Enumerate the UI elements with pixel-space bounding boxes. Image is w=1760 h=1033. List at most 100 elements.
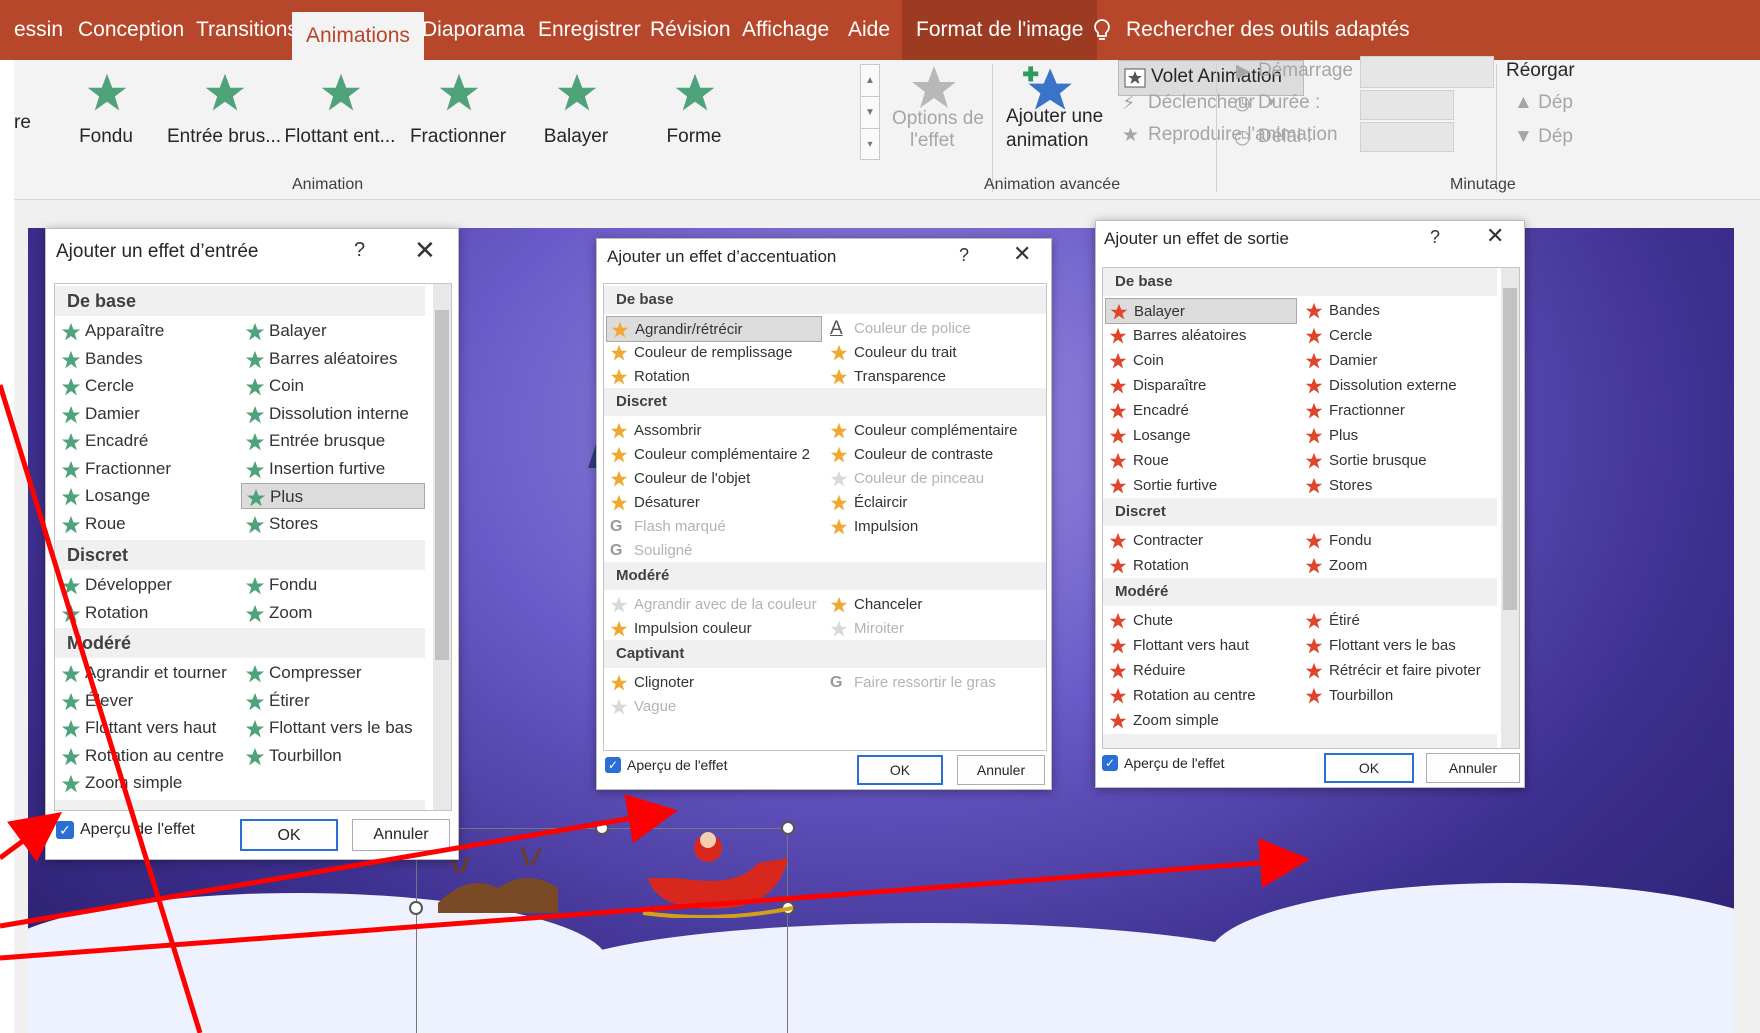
ok-button[interactable]: OK [1324, 753, 1414, 783]
effect-item[interactable]: Balayer [1105, 298, 1297, 324]
gallery-forme[interactable]: Forme [634, 60, 754, 160]
effect-item[interactable]: Transparence [826, 364, 1042, 390]
effect-item[interactable]: Coin [1105, 348, 1297, 374]
effect-item[interactable]: Chanceler [826, 592, 1042, 618]
tab-affichage[interactable]: Affichage [728, 0, 843, 60]
effect-item[interactable]: Désaturer [606, 490, 822, 516]
effect-item[interactable]: Disparaître [1105, 373, 1297, 399]
effect-item[interactable]: Balayer [241, 318, 425, 344]
effect-item[interactable]: Étirer [241, 688, 425, 714]
effect-item[interactable]: Dissolution externe [1301, 373, 1497, 399]
effect-item[interactable]: Élever [57, 688, 239, 714]
ok-button[interactable]: OK [857, 755, 943, 785]
effect-item[interactable]: Coin [241, 373, 425, 399]
effect-item[interactable]: Miroiter [826, 616, 1042, 642]
effect-item[interactable]: Flottant vers haut [57, 715, 239, 741]
effect-item[interactable]: Zoom simple [1105, 708, 1297, 734]
tab-format-image[interactable]: Format de l'image [902, 0, 1098, 60]
effect-item[interactable]: Vague [606, 694, 822, 720]
cancel-button[interactable]: Annuler [957, 755, 1045, 785]
effect-item[interactable]: Tourbillon [1301, 683, 1497, 709]
effect-item[interactable]: Zoom simple [57, 770, 239, 796]
effect-item[interactable]: Fondu [1301, 528, 1497, 554]
effect-item[interactable]: Zoom [241, 600, 425, 626]
effect-item[interactable]: Apparaître [57, 318, 237, 344]
gallery-up-arrow-icon[interactable]: ▲ [861, 65, 879, 97]
effect-item[interactable]: Tourbillon [241, 743, 425, 769]
effect-item[interactable]: Insertion furtive [241, 456, 425, 482]
effect-item[interactable]: A Couleur de police [826, 316, 1042, 342]
preview-checkbox[interactable]: ✓ [56, 821, 74, 839]
effect-item[interactable]: Barres aléatoires [1105, 323, 1297, 349]
help-icon[interactable]: ? [354, 239, 365, 262]
gallery-more-icon[interactable]: ▾ [861, 129, 879, 161]
duration-spinner[interactable] [1360, 90, 1454, 120]
effect-item[interactable]: Sortie furtive [1105, 473, 1297, 499]
effect-item[interactable]: Losange [1105, 423, 1297, 449]
effect-item[interactable]: Fractionner [1301, 398, 1497, 424]
effect-item[interactable]: Cercle [57, 373, 237, 399]
effect-item[interactable]: Couleur de pinceau [826, 466, 1042, 492]
resize-handle[interactable] [595, 821, 609, 835]
effect-item[interactable]: Flottant vers le bas [241, 715, 425, 741]
effect-item[interactable]: Couleur complémentaire 2 [606, 442, 822, 468]
effect-item[interactable]: Rotation [606, 364, 822, 390]
effect-item[interactable]: Stores [241, 511, 425, 537]
effect-item[interactable]: Agrandir avec de la couleur [606, 592, 822, 618]
emphasis-effect-list[interactable]: De base Agrandir/rétrécir Couleur de remp… [603, 283, 1047, 751]
effect-item[interactable]: Éclaircir [826, 490, 1042, 516]
scrollbar-thumb[interactable] [435, 310, 449, 660]
effect-item[interactable]: Roue [1105, 448, 1297, 474]
effect-options-button[interactable]: Options de l'effet [882, 60, 984, 160]
preview-checkbox[interactable]: ✓ [605, 757, 621, 773]
effect-item[interactable]: Zoom [1301, 553, 1497, 579]
effect-item[interactable]: Rotation au centre [57, 743, 239, 769]
effect-item[interactable]: Rétrécir et faire pivoter [1301, 658, 1497, 684]
close-icon[interactable]: ✕ [414, 235, 436, 266]
effect-item[interactable]: Barres aléatoires [241, 346, 425, 372]
tab-conception[interactable]: Conception [64, 0, 198, 60]
effect-item[interactable]: Rotation [57, 600, 237, 626]
effect-item[interactable]: Agrandir et tourner [57, 660, 239, 686]
effect-item[interactable]: Roue [57, 511, 237, 537]
gallery-fondu[interactable]: Fondu [46, 60, 166, 160]
effect-item[interactable]: Plus [1301, 423, 1497, 449]
effect-item[interactable]: Agrandir/rétrécir [606, 316, 822, 342]
preview-checkbox[interactable]: ✓ [1102, 755, 1118, 771]
effect-item[interactable]: Fondu [241, 572, 425, 598]
effect-item[interactable]: Contracter [1105, 528, 1297, 554]
effect-item[interactable]: Bandes [1301, 298, 1497, 324]
effect-item[interactable]: Damier [57, 401, 237, 427]
effect-item[interactable]: Bandes [57, 346, 237, 372]
resize-handle[interactable] [409, 901, 423, 915]
move-later-button[interactable]: ▼ Dép [1514, 126, 1573, 148]
gallery-fractionner[interactable]: Fractionner [398, 60, 518, 160]
effect-item[interactable]: Chute [1105, 608, 1297, 634]
effect-item[interactable]: Dissolution interne [241, 401, 425, 427]
add-animation-button[interactable]: Ajouter une animation [996, 60, 1106, 160]
list-scrollbar[interactable] [1501, 268, 1519, 748]
effect-item[interactable]: Fractionner [57, 456, 237, 482]
effect-item[interactable]: Compresser [241, 660, 425, 686]
effect-item[interactable]: Développer [57, 572, 237, 598]
effect-item[interactable]: Impulsion couleur [606, 616, 822, 642]
effect-item[interactable]: Encadré [57, 428, 237, 454]
entrance-effect-list[interactable]: De base Apparaître Bandes Cercle Damier Enca… [54, 283, 452, 811]
help-icon[interactable]: ? [1430, 227, 1440, 248]
ok-button[interactable]: OK [240, 819, 338, 851]
effect-item[interactable]: Flottant vers le bas [1301, 633, 1497, 659]
effect-item[interactable]: Étiré [1301, 608, 1497, 634]
start-dropdown[interactable] [1360, 56, 1494, 88]
delay-spinner[interactable] [1360, 122, 1454, 152]
effect-item[interactable]: Rotation [1105, 553, 1297, 579]
search-tools[interactable]: Rechercher des outils adaptés [1076, 0, 1424, 60]
gallery-entree-brusque[interactable]: Entrée brus... [164, 60, 284, 160]
gallery-scrollbar[interactable]: ▲ ▼ ▾ [860, 64, 880, 160]
gallery-flottant-entrant[interactable]: Flottant ent... [280, 60, 400, 160]
scrollbar-thumb[interactable] [1503, 288, 1517, 610]
effect-item[interactable]: Couleur de remplissage [606, 340, 822, 366]
gallery-down-arrow-icon[interactable]: ▼ [861, 97, 879, 129]
effect-item[interactable]: Impulsion [826, 514, 1042, 540]
exit-effect-list[interactable]: De base Balayer Barres aléatoires Coin Disp… [1102, 267, 1520, 749]
effect-item[interactable]: Couleur de contraste [826, 442, 1042, 468]
